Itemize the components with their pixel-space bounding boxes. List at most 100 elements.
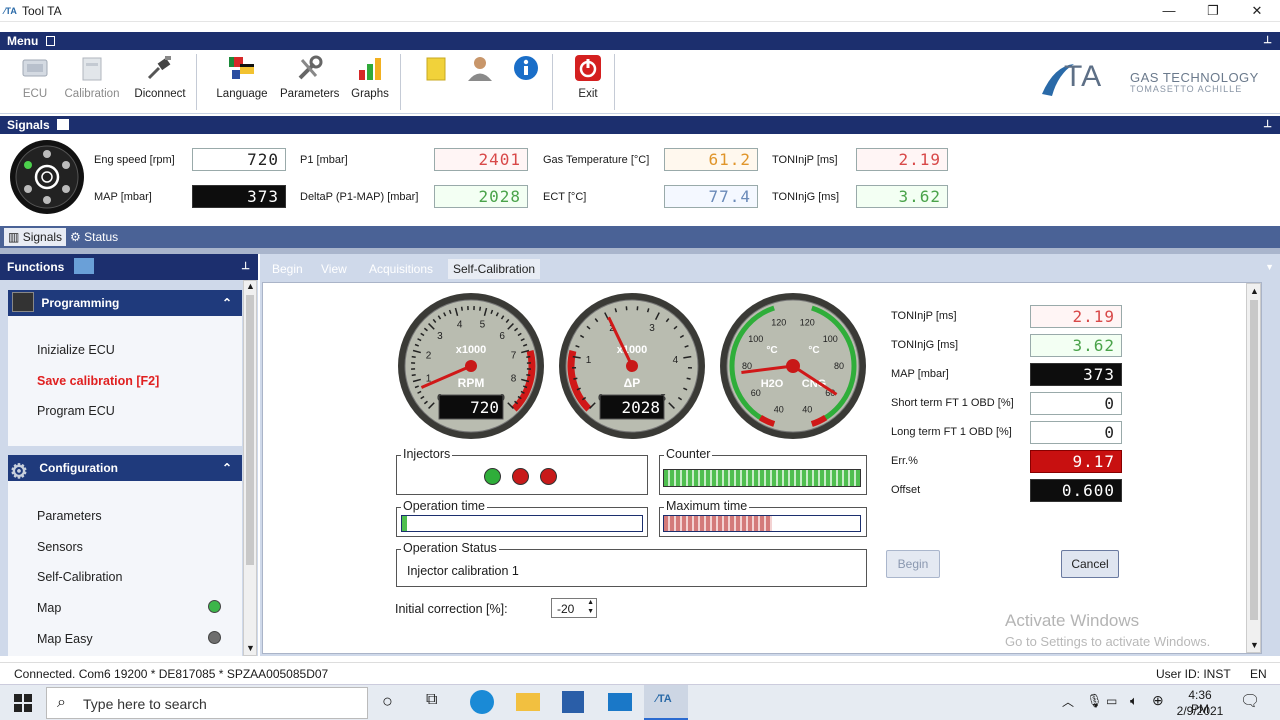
- status-bar: Connected. Com6 19200 * DE817085 * SPZAA…: [0, 662, 1280, 684]
- scroll-down-icon[interactable]: ▼: [246, 643, 255, 653]
- scroll-up-icon[interactable]: ▲: [246, 281, 255, 291]
- calibration-button[interactable]: Calibration: [62, 50, 122, 112]
- store-icon[interactable]: [562, 691, 584, 713]
- begin-button[interactable]: Begin: [886, 550, 940, 578]
- gas-temperature-value: 61.2: [664, 148, 758, 171]
- network-globe-icon[interactable]: ⊕: [1152, 692, 1164, 709]
- chevron-up-icon[interactable]: ⌃: [222, 455, 232, 481]
- programming-section-body: Inizialize ECU Save calibration [F2] Pro…: [8, 316, 242, 446]
- tab-acquisitions[interactable]: Acquisitions: [364, 259, 438, 279]
- menu-header: Menu ⊥: [0, 32, 1280, 50]
- info-button[interactable]: [506, 50, 546, 112]
- function-item-initialize-ecu[interactable]: Inizialize ECU: [37, 343, 115, 357]
- initial-correction-stepper[interactable]: -20 ▲ ▼: [551, 598, 597, 618]
- ecu-button[interactable]: ECU: [14, 50, 56, 112]
- functions-scrollbar[interactable]: ▲ ▼: [243, 280, 257, 656]
- injector-lights: [484, 468, 564, 486]
- tray-overflow-icon[interactable]: ︿: [1062, 693, 1074, 710]
- clock-date[interactable]: 2/9/2021: [1174, 704, 1226, 718]
- user-button[interactable]: [462, 50, 498, 112]
- windows-start-icon[interactable]: [14, 694, 32, 712]
- p1-value: 2401: [434, 148, 528, 171]
- cng-tick-label: 80: [834, 361, 844, 371]
- tab-status[interactable]: ⚙ Status: [70, 230, 118, 244]
- initial-correction-value[interactable]: -20: [557, 602, 574, 616]
- parameters-button[interactable]: Parameters: [280, 50, 339, 112]
- restore-icon[interactable]: ❐: [1190, 0, 1236, 22]
- taskbar-search-box[interactable]: ⌕ Type here to search: [46, 687, 368, 719]
- function-item-sensors[interactable]: Sensors: [37, 540, 83, 554]
- edge-browser-icon[interactable]: [470, 690, 494, 714]
- injector-light: [484, 468, 501, 485]
- task-view-icon[interactable]: ⧉: [426, 691, 437, 709]
- h2o-label: H2O: [761, 378, 784, 390]
- language-button[interactable]: Language: [214, 50, 270, 112]
- h2o-tick-label: 40: [774, 405, 784, 415]
- gauge-tick: [411, 355, 416, 358]
- notifications-icon[interactable]: 🗨︎: [1240, 691, 1260, 711]
- programming-section-header[interactable]: Programming ⌃: [8, 290, 242, 316]
- h2o-unit: °C: [766, 345, 777, 356]
- info-icon: [509, 54, 543, 86]
- gauge-readout: 2028: [621, 398, 660, 417]
- scroll-up-icon[interactable]: ▲: [1250, 286, 1259, 296]
- function-item-parameters[interactable]: Parameters: [37, 509, 102, 523]
- graphs-button[interactable]: Graphs: [348, 50, 392, 112]
- ecu-icon: [18, 54, 52, 86]
- injectors-title: Injectors: [401, 447, 453, 461]
- h2o-tick-label: 120: [771, 317, 786, 327]
- function-item-map[interactable]: Map: [37, 601, 61, 615]
- stepper-down-icon[interactable]: ▼: [587, 608, 594, 615]
- close-icon[interactable]: ✕: [1234, 0, 1280, 22]
- exit-button[interactable]: Exit: [566, 50, 610, 112]
- pin-icon[interactable]: ⊥: [1263, 116, 1272, 134]
- stepper-up-icon[interactable]: ▲: [587, 599, 594, 606]
- folder-button[interactable]: [418, 50, 454, 112]
- tab-signals[interactable]: ▥ Signals: [4, 228, 67, 246]
- function-item-self-calibration[interactable]: Self-Calibration: [37, 570, 122, 584]
- pin-icon[interactable]: ⊥: [1263, 32, 1272, 50]
- cortana-icon[interactable]: ○: [382, 691, 393, 712]
- operation-time-progress: [401, 515, 643, 532]
- microphone-icon[interactable]: 🎙︎: [1086, 693, 1103, 709]
- chevron-up-icon[interactable]: ⌃: [222, 290, 232, 316]
- battery-icon[interactable]: ▭: [1106, 694, 1117, 708]
- folder-icon: [419, 54, 453, 86]
- ect-label: ECT [°C]: [543, 191, 587, 203]
- cancel-button[interactable]: Cancel: [1061, 550, 1119, 578]
- pin-icon[interactable]: ⊥: [241, 254, 250, 280]
- gauge-tick: [686, 377, 691, 380]
- user-icon: [463, 54, 497, 86]
- scroll-thumb[interactable]: [246, 295, 254, 565]
- ta-app-icon: ⁄TA: [656, 693, 672, 705]
- toolbar-separator: [552, 54, 553, 110]
- file-explorer-icon[interactable]: [516, 693, 540, 711]
- operation-status-value: Injector calibration 1: [407, 564, 519, 578]
- tab-begin[interactable]: Begin: [267, 259, 308, 279]
- taskbar-app-tool-ta[interactable]: ⁄TA: [644, 685, 688, 720]
- configuration-section-header[interactable]: ⚙ Configuration ⌃: [8, 455, 242, 483]
- map-easy-status-indicator: [208, 631, 221, 644]
- gauge-tick-label: 4: [457, 319, 463, 330]
- functions-icon: [73, 258, 94, 274]
- function-item-save-calibration[interactable]: Save calibration [F2]: [37, 374, 159, 388]
- rpm-gauge: 0123456789x1000RPM720: [398, 293, 544, 439]
- function-item-program-ecu[interactable]: Program ECU: [37, 404, 115, 418]
- taskbar: ⌕ Type here to search ○ ⧉ ⁄TA ︿ 🎙︎ ▭ 🔈︎ …: [0, 684, 1280, 720]
- activation-watermark-title: Activate Windows: [1005, 611, 1140, 630]
- scroll-down-icon[interactable]: ▼: [1250, 640, 1259, 650]
- function-item-map-easy[interactable]: Map Easy: [37, 632, 93, 646]
- toninjp-label: TONInjP [ms]: [772, 154, 838, 166]
- tab-overflow-icon[interactable]: ▼: [1265, 262, 1274, 272]
- minimize-icon[interactable]: —: [1146, 0, 1192, 22]
- toninjg-label: TONInjG [ms]: [772, 191, 840, 203]
- content-scrollbar[interactable]: ▲ ▼: [1246, 283, 1261, 653]
- gauge-label: ΔP: [624, 376, 641, 390]
- disconnect-button[interactable]: Diconnect: [132, 50, 188, 112]
- scroll-thumb[interactable]: [1250, 300, 1258, 620]
- mail-icon[interactable]: [608, 693, 632, 711]
- tab-self-calibration[interactable]: Self-Calibration: [448, 259, 541, 279]
- injector-light: [512, 468, 529, 485]
- tab-view[interactable]: View: [316, 259, 352, 279]
- volume-icon[interactable]: 🔈︎: [1130, 693, 1138, 709]
